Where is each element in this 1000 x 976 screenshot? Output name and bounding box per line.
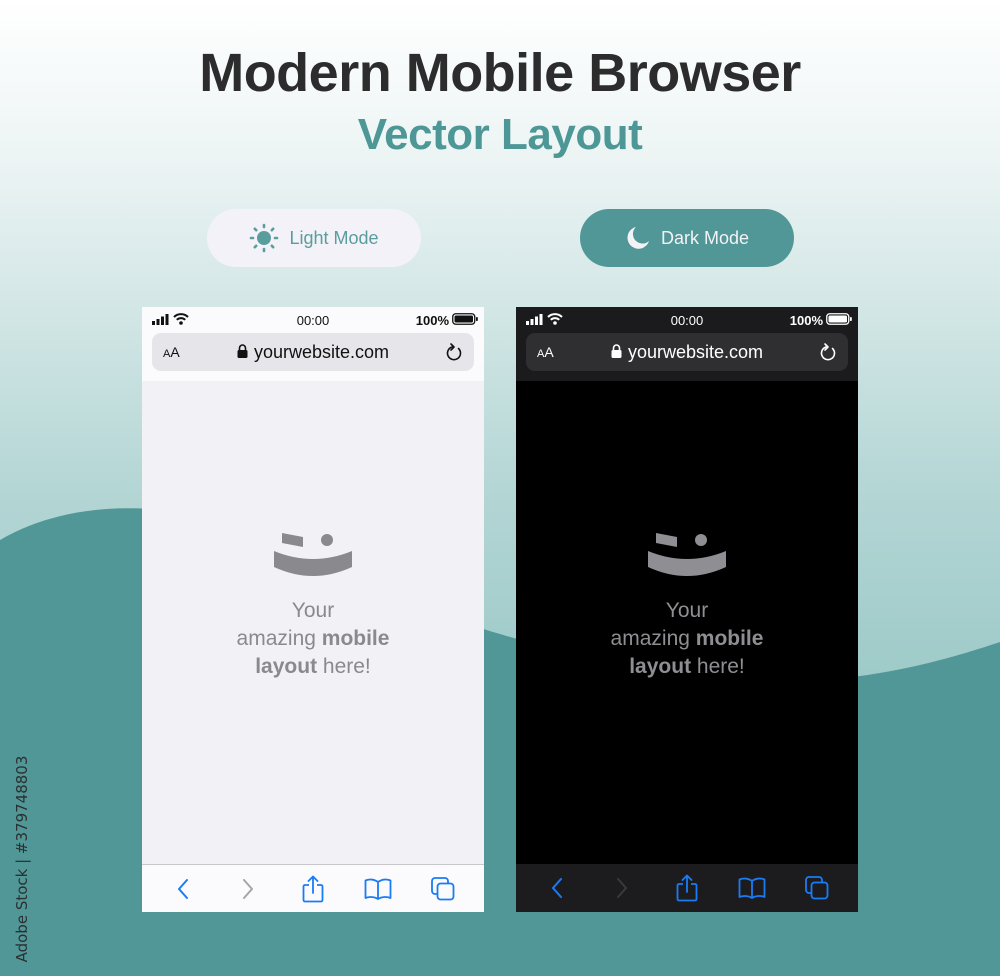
tabs-icon[interactable] (797, 868, 837, 908)
placeholder-message: Your amazing mobile layout here! (610, 599, 764, 678)
moon-icon (625, 225, 651, 251)
forward-icon[interactable] (602, 868, 642, 908)
page-subtitle: Vector Layout (357, 110, 643, 159)
reload-icon[interactable] (819, 342, 837, 367)
address-bar[interactable]: AA yourwebsite.com (526, 333, 848, 371)
reload-icon[interactable] (445, 342, 463, 367)
browser-top-bar: 00:00 100% AA yourwebsite.com (516, 307, 858, 381)
lock-icon (237, 342, 248, 363)
dark-mode-button[interactable]: Dark Mode (580, 209, 794, 267)
light-mode-label: Light Mode (289, 227, 379, 248)
page-content: Your amazing mobile layout here! (516, 531, 858, 681)
wink-smiley-icon (516, 531, 858, 579)
wink-smiley-icon (142, 531, 484, 579)
page-content: Your amazing mobile layout here! (142, 531, 484, 681)
back-icon[interactable] (163, 869, 203, 909)
url-text[interactable]: yourwebsite.com (628, 342, 763, 363)
url-text[interactable]: yourwebsite.com (254, 342, 389, 363)
status-bar: 00:00 100% (142, 311, 484, 331)
browser-top-bar: 00:00 100% AA yourwebsite.com (142, 307, 484, 381)
lock-icon (611, 342, 622, 363)
battery-icon (452, 313, 478, 328)
stock-credit: Adobe Stock | #379748803 (13, 755, 31, 963)
battery-percent: 100% (789, 313, 823, 328)
dark-phone: 00:00 100% AA yourwebsite.com Your amazi… (516, 307, 858, 912)
dark-mode-label: Dark Mode (660, 227, 750, 248)
forward-icon[interactable] (228, 869, 268, 909)
light-phone: 00:00 100% AA yourwebsite.com Your amazi… (142, 307, 484, 912)
tabs-icon[interactable] (423, 869, 463, 909)
sun-icon (249, 223, 279, 253)
browser-toolbar (516, 864, 858, 912)
status-bar: 00:00 100% (516, 311, 858, 331)
battery-icon (826, 313, 852, 328)
bookmarks-icon[interactable] (732, 868, 772, 908)
placeholder-message: Your amazing mobile layout here! (236, 599, 390, 678)
page-title: Modern Mobile Browser (199, 43, 801, 103)
address-bar[interactable]: AA yourwebsite.com (152, 333, 474, 371)
back-icon[interactable] (537, 868, 577, 908)
share-icon[interactable] (667, 868, 707, 908)
light-mode-button[interactable]: Light Mode (207, 209, 421, 267)
battery-percent: 100% (415, 313, 449, 328)
bookmarks-icon[interactable] (358, 869, 398, 909)
share-icon[interactable] (293, 869, 333, 909)
browser-toolbar (142, 864, 484, 912)
